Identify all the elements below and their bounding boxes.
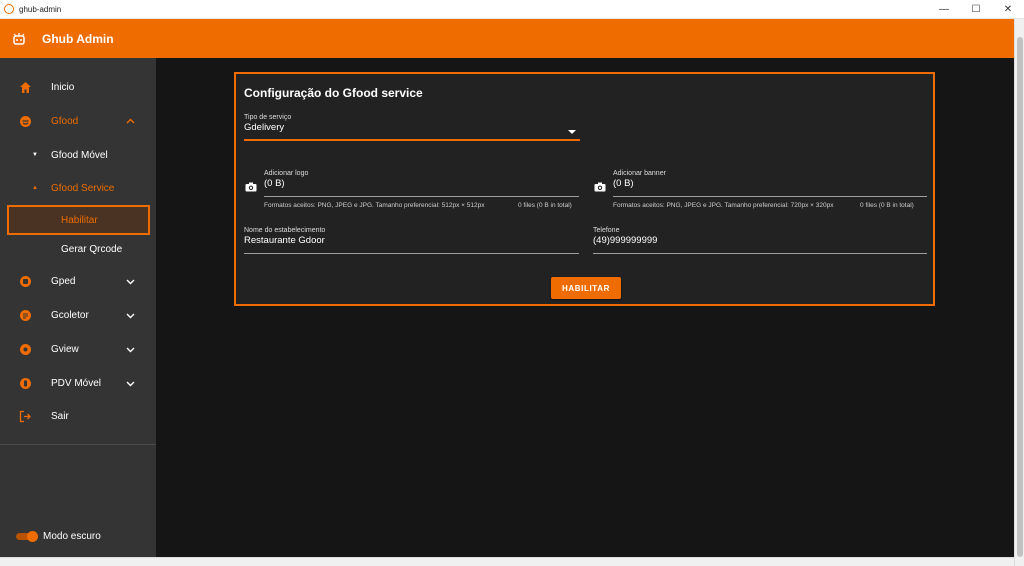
logo-upload-value: (0 B) — [264, 178, 285, 189]
sidebar-item-inicio[interactable]: Inicio — [0, 72, 156, 102]
camera-icon[interactable] — [245, 182, 257, 192]
sidebar-item-label: Gcoletor — [51, 309, 89, 321]
sidebar-item-label: Gped — [51, 275, 76, 287]
app-window: ghub-admin — ☐ ✕ Ghub Admin Inicio Gfood — [0, 0, 1024, 566]
window-titlebar: ghub-admin — ☐ ✕ — [0, 0, 1024, 19]
logo-upload-underline — [264, 196, 579, 197]
sidebar-item-gerar-qrcode[interactable]: Gerar Qrcode — [0, 235, 156, 263]
banner-upload-value: (0 B) — [613, 178, 634, 189]
sidebar-item-label: PDV Móvel — [51, 377, 102, 389]
robot-icon — [13, 32, 25, 45]
habilitar-button[interactable]: HABILITAR — [551, 277, 621, 299]
service-type-value: Gdelivery — [244, 122, 285, 133]
banner-upload-label: Adicionar banner — [613, 170, 666, 177]
app-title: Ghub Admin — [42, 31, 114, 46]
phone-value: (49)999999999 — [593, 235, 658, 246]
minimize-button[interactable]: — — [928, 0, 960, 19]
chevron-down-icon — [126, 381, 135, 386]
service-type-label: Tipo de serviço — [244, 114, 292, 121]
sidebar-item-gcoletor[interactable]: Gcoletor — [0, 300, 156, 330]
camera-icon[interactable] — [594, 182, 606, 192]
sidebar-item-habilitar[interactable]: Habilitar — [7, 205, 150, 235]
logout-icon — [19, 410, 31, 422]
maximize-button[interactable]: ☐ — [960, 0, 992, 19]
sidebar-item-gfood[interactable]: Gfood — [0, 106, 156, 136]
banner-upload-field[interactable]: Adicionar banner (0 B) — [613, 170, 928, 189]
sidebar-item-sair[interactable]: Sair — [0, 401, 156, 431]
chevron-down-icon — [126, 347, 135, 352]
establishment-name-input[interactable]: Nome do estabelecimento Restaurante Gdoo… — [244, 227, 579, 246]
gcoletor-icon — [20, 309, 31, 321]
scrollbar-thumb[interactable] — [1017, 37, 1023, 557]
chevron-down-icon — [126, 313, 135, 318]
window-title: ghub-admin — [19, 4, 62, 14]
sidebar-item-label: Habilitar — [61, 214, 98, 226]
dark-mode-toggle[interactable] — [16, 531, 38, 542]
sidebar-item-label: Gfood Service — [51, 182, 115, 194]
sidebar-item-gfood-service[interactable]: ▲ Gfood Service — [0, 174, 156, 202]
sidebar-item-label: Gerar Qrcode — [61, 243, 123, 255]
establishment-name-underline — [244, 253, 579, 254]
banner-upload-underline — [613, 196, 927, 197]
sidebar-divider — [0, 444, 156, 445]
sidebar-item-label: Inicio — [51, 81, 75, 93]
phone-underline — [593, 253, 927, 254]
gfood-icon — [20, 115, 31, 127]
caret-down-icon: ▼ — [32, 152, 38, 158]
vertical-scrollbar[interactable] — [1014, 19, 1024, 566]
gfood-service-form: Configuração do Gfood service Tipo de se… — [234, 72, 935, 306]
window-controls: — ☐ ✕ — [928, 0, 1024, 19]
app-header: Ghub Admin — [0, 19, 1014, 58]
sidebar-item-gview[interactable]: Gview — [0, 334, 156, 364]
pdv-icon — [20, 377, 31, 389]
dark-mode-label: Modo escuro — [43, 531, 101, 542]
establishment-name-value: Restaurante Gdoor — [244, 235, 325, 246]
sidebar-item-label: Sair — [51, 410, 69, 422]
phone-input[interactable]: Telefone (49)999999999 — [593, 227, 927, 246]
gped-icon — [20, 275, 31, 287]
logo-upload-label: Adicionar logo — [264, 170, 309, 177]
chevron-down-icon — [126, 279, 135, 284]
establishment-name-label: Nome do estabelecimento — [244, 227, 326, 234]
sidebar-item-label: Gfood — [51, 115, 79, 127]
sidebar-item-gped[interactable]: Gped — [0, 266, 156, 296]
toggle-knob — [27, 531, 38, 542]
sidebar-item-gfood-movel[interactable]: ▼ Gfood Móvel — [0, 141, 156, 169]
chevron-up-icon — [126, 118, 135, 123]
sidebar-item-label: Gfood Móvel — [51, 149, 108, 161]
horizontal-scrollbar[interactable] — [0, 557, 1014, 566]
form-title: Configuração do Gfood service — [244, 86, 423, 100]
sidebar-item-label: Gview — [51, 343, 79, 355]
close-button[interactable]: ✕ — [992, 0, 1024, 19]
service-type-underline — [244, 139, 580, 141]
dropdown-caret-icon[interactable] — [568, 130, 576, 134]
sidebar: Inicio Gfood ▼ Gfood Móvel ▲ Gfood Servi… — [0, 58, 156, 557]
banner-file-count: 0 files (0 B in total) — [860, 202, 914, 209]
sidebar-item-pdv-movel[interactable]: PDV Móvel — [0, 368, 156, 398]
logo-upload-hint: Formatos aceitos: PNG, JPEG e JPG. Taman… — [264, 202, 485, 209]
caret-up-icon: ▲ — [32, 185, 38, 191]
service-type-select[interactable]: Tipo de serviço Gdelivery — [244, 114, 580, 133]
home-icon — [20, 81, 31, 93]
gview-icon — [20, 343, 31, 355]
logo-file-count: 0 files (0 B in total) — [518, 202, 572, 209]
phone-label: Telefone — [593, 227, 620, 234]
banner-upload-hint: Formatos aceitos: PNG, JPEG e JPG. Taman… — [613, 202, 834, 209]
app-icon — [4, 4, 14, 14]
logo-upload-field[interactable]: Adicionar logo (0 B) — [264, 170, 579, 189]
